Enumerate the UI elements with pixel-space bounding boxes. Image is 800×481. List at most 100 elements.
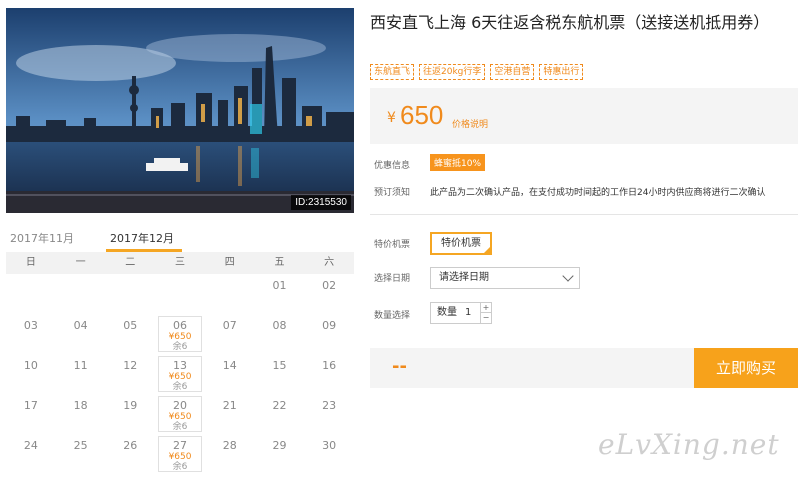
quantity-stepper[interactable]: 数量 1 + − bbox=[430, 302, 492, 324]
calendar-day: 05 bbox=[105, 314, 155, 354]
promo-badge: 蜂蜜抵10% bbox=[430, 154, 486, 171]
site-watermark: eLvXing.net bbox=[598, 428, 780, 461]
calendar-day: 28 bbox=[205, 434, 255, 474]
purchase-bar: -- 立即购买 bbox=[370, 348, 798, 388]
quantity-value: 1 bbox=[465, 307, 472, 318]
day-price: ¥650 bbox=[168, 452, 192, 462]
calendar-day: 11 bbox=[56, 354, 106, 394]
calendar-day: 02 bbox=[304, 274, 354, 314]
day-number: 25 bbox=[73, 439, 88, 452]
calendar-day: 24 bbox=[6, 434, 56, 474]
day-number: 10 bbox=[23, 359, 38, 372]
calendar-day: 16 bbox=[304, 354, 354, 394]
calendar-day: 15 bbox=[255, 354, 305, 394]
calendar-day bbox=[155, 274, 205, 314]
promo-label: 优惠信息 bbox=[374, 161, 411, 171]
day-number: 04 bbox=[73, 319, 88, 332]
quantity-prefix: 数量 bbox=[437, 307, 457, 318]
feature-tag: 东航直飞 bbox=[370, 64, 415, 80]
calendar-day: 23 bbox=[304, 394, 354, 434]
chevron-down-icon bbox=[562, 270, 574, 282]
calendar-day-available[interactable]: 20 ¥650 余6 bbox=[155, 394, 205, 434]
day-number: 27 bbox=[173, 439, 188, 452]
option-button-label: 特价机票 bbox=[441, 238, 481, 249]
calendar-day: 19 bbox=[105, 394, 155, 434]
date-select[interactable]: 请选择日期 bbox=[430, 267, 580, 289]
calendar-day-available[interactable]: 27 ¥650 余6 bbox=[155, 434, 205, 474]
calendar-week-row: 24 25 26 27 ¥650 余6 28 29 30 bbox=[6, 434, 354, 474]
day-number: 11 bbox=[73, 359, 88, 372]
feature-tag: 空港自营 bbox=[490, 64, 535, 80]
calendar-weekday-header: 日 一 二 三 四 五 六 bbox=[6, 252, 354, 274]
calendar-grid: 01 02 03 04 05 06 ¥650 余6 07 08 09 10 11 12 13 ¥650 余6 14… bbox=[6, 274, 354, 474]
photo-id-label: ID:2315530 bbox=[291, 195, 351, 210]
calendar-day: 03 bbox=[6, 314, 56, 354]
product-title: 西安直飞上海 6天往返含税东航机票（送接送机抵用券） bbox=[370, 13, 770, 32]
day-number: 16 bbox=[322, 359, 337, 372]
divider bbox=[370, 214, 798, 215]
day-number: 19 bbox=[123, 399, 138, 412]
day-number: 07 bbox=[222, 319, 237, 332]
day-number: 06 bbox=[173, 319, 188, 332]
day-remaining: 余6 bbox=[172, 462, 188, 472]
day-price: ¥650 bbox=[168, 332, 192, 342]
buy-now-button[interactable]: 立即购买 bbox=[694, 348, 798, 388]
calendar-day: 01 bbox=[255, 274, 305, 314]
weekday-label: 日 bbox=[25, 257, 36, 268]
day-number: 14 bbox=[222, 359, 237, 372]
weekday-label: 一 bbox=[75, 257, 86, 268]
calendar-day: 08 bbox=[255, 314, 305, 354]
calendar-day: 07 bbox=[205, 314, 255, 354]
day-number: 08 bbox=[272, 319, 287, 332]
option-button-special-ticket[interactable]: 特价机票 bbox=[430, 232, 492, 255]
day-number: 05 bbox=[123, 319, 138, 332]
day-number: 09 bbox=[322, 319, 337, 332]
selected-corner-icon bbox=[484, 247, 490, 253]
calendar-day-available[interactable]: 13 ¥650 余6 bbox=[155, 354, 205, 394]
option-label: 特价机票 bbox=[374, 240, 411, 250]
price-value: 650 bbox=[400, 100, 444, 130]
day-number: 29 bbox=[272, 439, 287, 452]
calendar-day: 21 bbox=[205, 394, 255, 434]
calendar-day: 26 bbox=[105, 434, 155, 474]
price-explanation-link[interactable]: 价格说明 bbox=[452, 117, 488, 130]
calendar-day: 22 bbox=[255, 394, 305, 434]
shanghai-skyline-image bbox=[6, 8, 354, 213]
feature-tag: 往返20kg行李 bbox=[419, 64, 486, 80]
weekday-label: 六 bbox=[324, 257, 335, 268]
day-number: 20 bbox=[173, 399, 188, 412]
notice-text: 此产品为二次确认产品，在支付成功时间起的工作日24小时内供应商将进行二次确认 bbox=[430, 188, 766, 198]
calendar-day bbox=[105, 274, 155, 314]
day-number: 23 bbox=[322, 399, 337, 412]
calendar-day: 25 bbox=[56, 434, 106, 474]
quantity-increment-button[interactable]: + bbox=[480, 303, 491, 313]
feature-tag: 特惠出行 bbox=[539, 64, 584, 80]
calendar-day: 10 bbox=[6, 354, 56, 394]
quantity-label: 数量选择 bbox=[374, 311, 411, 321]
day-number: 26 bbox=[123, 439, 138, 452]
day-number: 24 bbox=[23, 439, 38, 452]
calendar-week-row: 17 18 19 20 ¥650 余6 21 22 23 bbox=[6, 394, 354, 434]
day-number: 18 bbox=[73, 399, 88, 412]
day-number: 12 bbox=[123, 359, 138, 372]
calendar-day: 18 bbox=[56, 394, 106, 434]
weekday-label: 四 bbox=[224, 257, 235, 268]
tab-month-november[interactable]: 2017年11月 bbox=[10, 230, 74, 246]
calendar-day-available[interactable]: 06 ¥650 余6 bbox=[155, 314, 205, 354]
quantity-decrement-button[interactable]: − bbox=[480, 313, 491, 323]
product-photo: ID:2315530 bbox=[6, 8, 354, 213]
tab-month-december[interactable]: 2017年12月 bbox=[110, 230, 174, 246]
calendar-day: 14 bbox=[205, 354, 255, 394]
price-panel: ¥ 650 价格说明 bbox=[370, 88, 798, 144]
day-number: 03 bbox=[23, 319, 38, 332]
day-remaining: 余6 bbox=[172, 422, 188, 432]
day-number: 13 bbox=[173, 359, 188, 372]
weekday-label: 三 bbox=[175, 257, 186, 268]
day-number: 02 bbox=[322, 279, 337, 292]
calendar-day: 09 bbox=[304, 314, 354, 354]
notice-label: 预订须知 bbox=[374, 188, 411, 198]
currency-symbol: ¥ bbox=[387, 110, 396, 126]
calendar-week-row: 03 04 05 06 ¥650 余6 07 08 09 bbox=[6, 314, 354, 354]
day-number: 01 bbox=[272, 279, 287, 292]
day-number: 15 bbox=[272, 359, 287, 372]
